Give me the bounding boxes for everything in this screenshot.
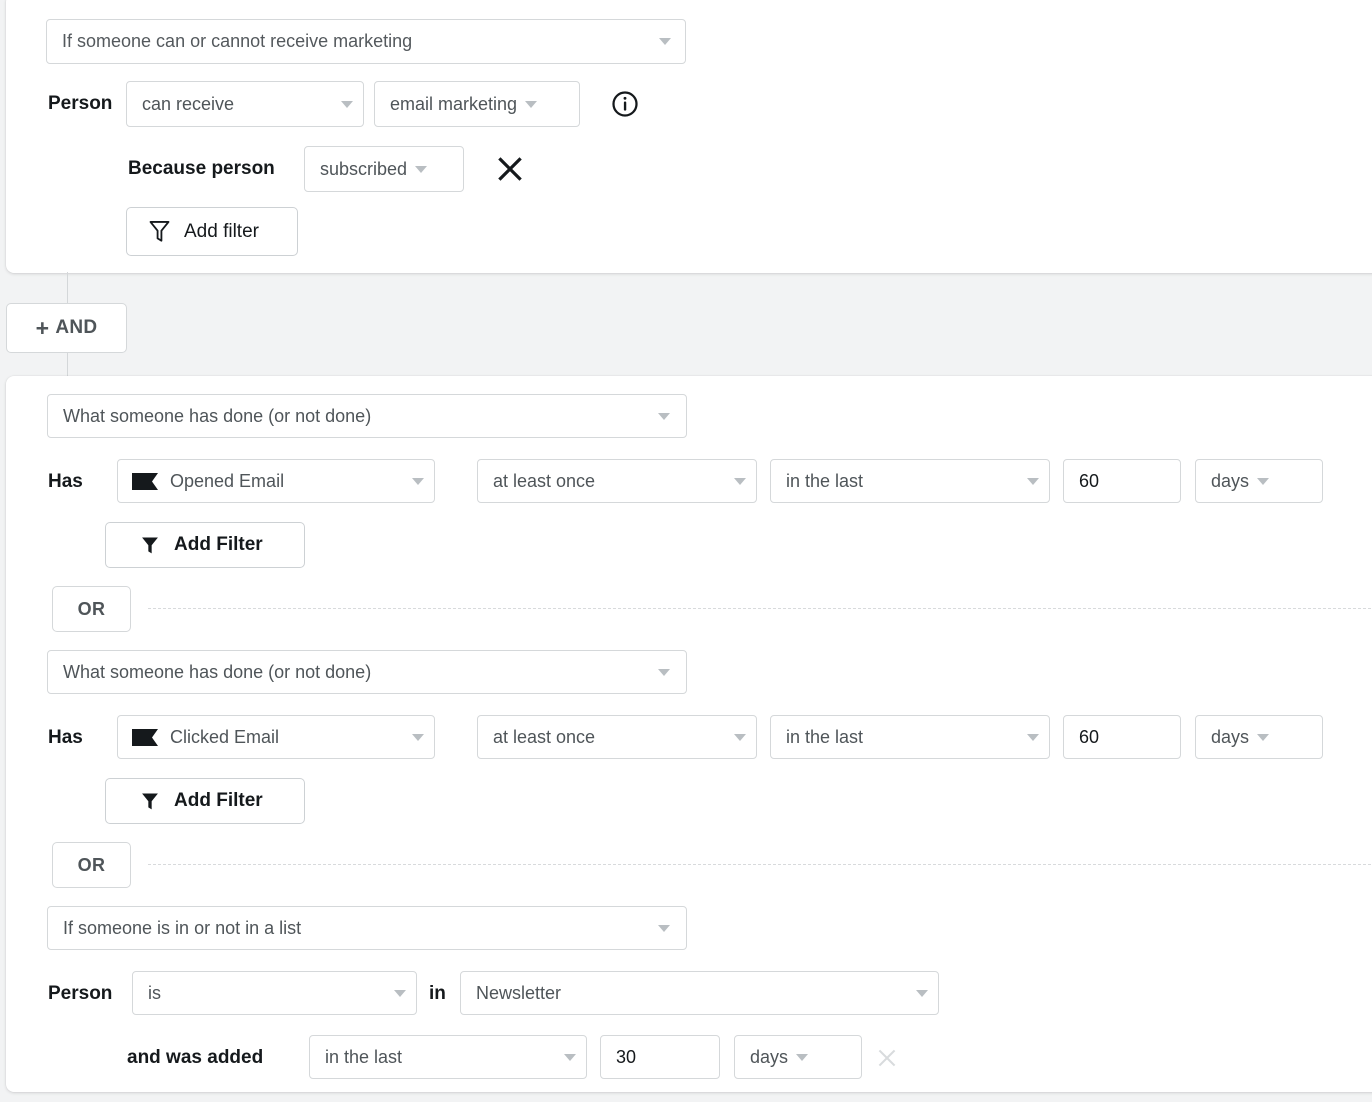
chevron-down-icon (415, 166, 427, 173)
timeframe-select-1[interactable]: in the last (770, 459, 1050, 503)
funnel-outline-icon (148, 219, 171, 244)
timeframe-value-1: in the last (786, 471, 863, 492)
timeframe-number-value-1: 60 (1079, 471, 1099, 492)
timeframe-value-2: in the last (786, 727, 863, 748)
chevron-down-icon (659, 38, 671, 45)
list-membership-select[interactable]: is (132, 971, 417, 1015)
added-number-value: 30 (616, 1047, 636, 1068)
marketing-channel-select[interactable]: email marketing (374, 81, 580, 127)
and-was-added-label: and was added (127, 1047, 263, 1069)
timeframe-number-value-2: 60 (1079, 727, 1099, 748)
count-select-2[interactable]: at least once (477, 715, 757, 759)
metric-select-2[interactable]: Clicked Email (117, 715, 435, 759)
chevron-down-icon (341, 101, 353, 108)
list-name-value: Newsletter (476, 983, 561, 1004)
add-filter-button-1[interactable]: Add Filter (105, 522, 305, 568)
can-receive-value: can receive (142, 94, 234, 115)
close-icon[interactable] (874, 1045, 900, 1071)
chevron-down-icon (1257, 478, 1269, 485)
list-membership-value: is (148, 983, 161, 1004)
marketing-type-value: If someone can or cannot receive marketi… (62, 31, 412, 52)
added-number-input[interactable]: 30 (600, 1035, 720, 1079)
metric-value-2: Clicked Email (170, 727, 279, 748)
added-timeframe-select[interactable]: in the last (309, 1035, 587, 1079)
chevron-down-icon (412, 734, 424, 741)
chevron-down-icon (658, 413, 670, 420)
person-label: Person (48, 93, 112, 115)
count-value-1: at least once (493, 471, 595, 492)
close-icon[interactable] (493, 152, 527, 186)
count-value-2: at least once (493, 727, 595, 748)
condition-type-value-3: If someone is in or not in a list (63, 918, 301, 939)
funnel-filled-icon (140, 535, 160, 555)
has-label-1: Has (48, 471, 83, 493)
add-filter-label: Add filter (184, 221, 259, 243)
chevron-down-icon (658, 925, 670, 932)
count-select-1[interactable]: at least once (477, 459, 757, 503)
timeframe-number-input-1[interactable]: 60 (1063, 459, 1181, 503)
added-unit-value: days (750, 1047, 788, 1068)
condition-card-marketing: If someone can or cannot receive marketi… (6, 0, 1372, 273)
chevron-down-icon (394, 990, 406, 997)
added-unit-select[interactable]: days (734, 1035, 862, 1079)
marketing-type-select[interactable]: If someone can or cannot receive marketi… (46, 19, 686, 64)
add-and-label: AND (55, 317, 97, 339)
or-button-1[interactable]: OR (52, 586, 131, 632)
because-reason-value: subscribed (320, 159, 407, 180)
person-label-3: Person (48, 983, 112, 1005)
chevron-down-icon (564, 1054, 576, 1061)
condition-type-select-3[interactable]: If someone is in or not in a list (47, 906, 687, 950)
timeframe-unit-value-2: days (1211, 727, 1249, 748)
timeframe-select-2[interactable]: in the last (770, 715, 1050, 759)
add-filter-button[interactable]: Add filter (126, 207, 298, 256)
funnel-filled-icon (140, 791, 160, 811)
condition-type-select-1[interactable]: What someone has done (or not done) (47, 394, 687, 438)
condition-type-value-1: What someone has done (or not done) (63, 406, 371, 427)
add-and-button[interactable]: + AND (6, 303, 127, 353)
or-button-2[interactable]: OR (52, 842, 131, 888)
condition-type-select-2[interactable]: What someone has done (or not done) (47, 650, 687, 694)
condition-type-value-2: What someone has done (or not done) (63, 662, 371, 683)
add-filter-label-1: Add Filter (174, 534, 263, 556)
chevron-down-icon (734, 478, 746, 485)
metric-value-1: Opened Email (170, 471, 284, 492)
because-reason-select[interactable]: subscribed (304, 146, 464, 192)
has-label-2: Has (48, 727, 83, 749)
condition-card-actions: What someone has done (or not done) Has … (6, 376, 1372, 1092)
or-dashed-line (148, 864, 1372, 865)
add-filter-button-2[interactable]: Add Filter (105, 778, 305, 824)
flag-icon (132, 729, 158, 746)
add-filter-label-2: Add Filter (174, 790, 263, 812)
in-label: in (429, 983, 446, 1005)
chevron-down-icon (916, 990, 928, 997)
list-name-select[interactable]: Newsletter (460, 971, 939, 1015)
chevron-down-icon (412, 478, 424, 485)
chevron-down-icon (525, 101, 537, 108)
can-receive-select[interactable]: can receive (126, 81, 364, 127)
marketing-channel-value: email marketing (390, 94, 517, 115)
flag-icon (132, 473, 158, 490)
or-dashed-line (148, 608, 1372, 609)
or-divider-1: OR (6, 586, 1372, 632)
chevron-down-icon (1027, 478, 1039, 485)
chevron-down-icon (734, 734, 746, 741)
info-icon[interactable] (610, 89, 640, 119)
chevron-down-icon (796, 1054, 808, 1061)
segment-builder-canvas: If someone can or cannot receive marketi… (0, 0, 1372, 1102)
chevron-down-icon (658, 669, 670, 676)
timeframe-unit-value-1: days (1211, 471, 1249, 492)
metric-select-1[interactable]: Opened Email (117, 459, 435, 503)
or-divider-2: OR (6, 842, 1372, 888)
because-person-label: Because person (128, 158, 275, 180)
chevron-down-icon (1027, 734, 1039, 741)
timeframe-unit-select-1[interactable]: days (1195, 459, 1323, 503)
timeframe-number-input-2[interactable]: 60 (1063, 715, 1181, 759)
chevron-down-icon (1257, 734, 1269, 741)
added-timeframe-value: in the last (325, 1047, 402, 1068)
timeframe-unit-select-2[interactable]: days (1195, 715, 1323, 759)
